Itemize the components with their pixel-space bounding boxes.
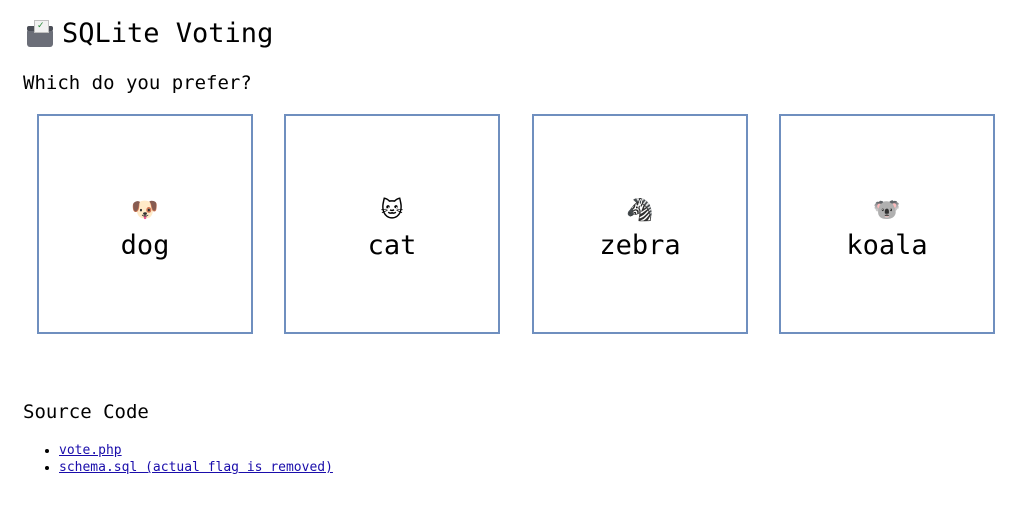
vote-option-label: koala	[846, 230, 928, 261]
vote-php-link[interactable]: vote.php	[59, 443, 122, 458]
list-item: schema.sql (actual flag is removed)	[59, 459, 333, 476]
koala-icon: 🐨	[873, 198, 901, 223]
source-link-list: vote.php schema.sql (actual flag is remo…	[42, 442, 333, 476]
title-row: ✓ SQLite Voting	[26, 16, 273, 52]
vote-option-zebra[interactable]: 🦓 zebra	[532, 114, 748, 334]
vote-option-label: cat	[367, 230, 417, 261]
vote-option-label: zebra	[599, 230, 681, 261]
vote-question: Which do you prefer?	[23, 72, 252, 94]
page-title: SQLite Voting	[62, 18, 274, 49]
vote-option-koala[interactable]: 🐨 koala	[779, 114, 995, 334]
vote-option-label: dog	[120, 230, 170, 261]
dog-face-icon: 🐶	[131, 198, 159, 223]
page: ✓ SQLite Voting Which do you prefer? 🐶 d…	[0, 0, 1024, 525]
ballot-box-icon: ✓	[26, 20, 54, 48]
vote-option-cat[interactable]: 🐱 cat	[284, 114, 500, 334]
list-item: vote.php	[59, 442, 333, 459]
schema-sql-link[interactable]: schema.sql (actual flag is removed)	[59, 460, 333, 475]
source-code-heading: Source Code	[23, 401, 149, 423]
vote-option-dog[interactable]: 🐶 dog	[37, 114, 253, 334]
cat-face-icon: 🐱	[380, 198, 404, 223]
zebra-icon: 🦓	[626, 198, 654, 223]
